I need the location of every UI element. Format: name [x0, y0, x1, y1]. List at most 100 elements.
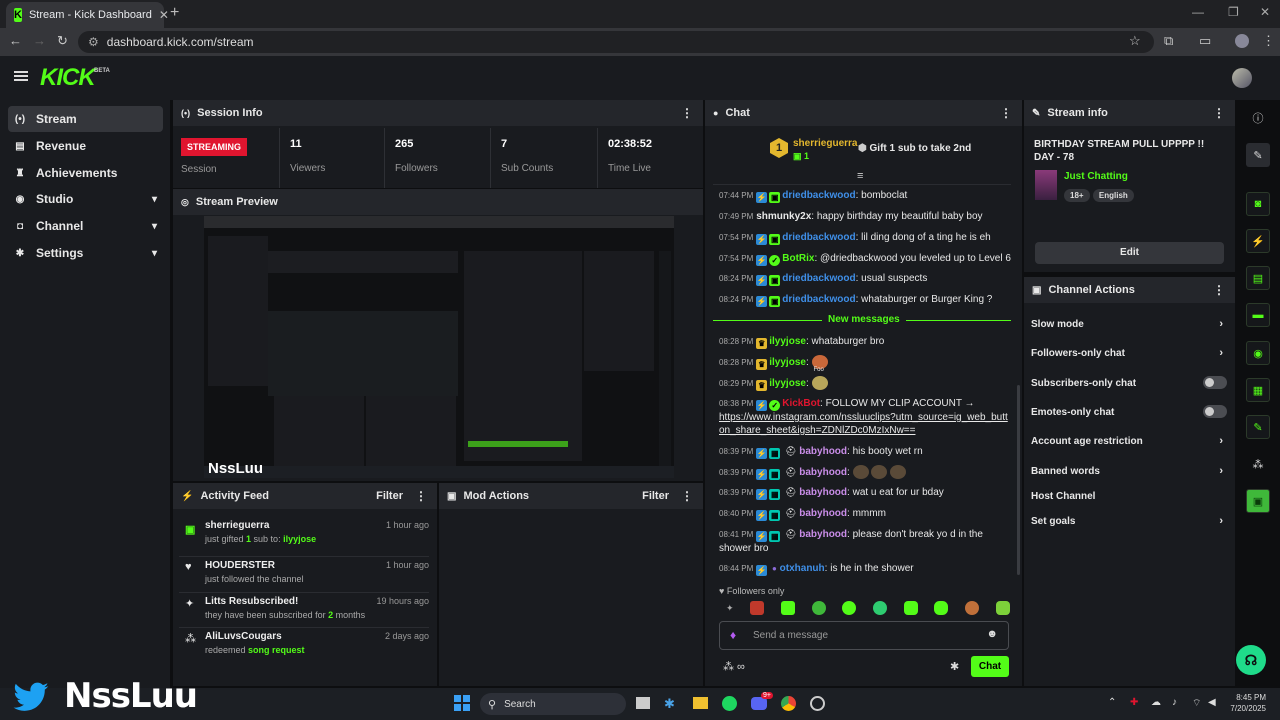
edit-stream-button[interactable]: Edit	[1035, 242, 1224, 264]
file-explorer-icon[interactable]	[693, 697, 708, 709]
more-options-icon[interactable]: ⋮	[1000, 106, 1012, 120]
forward-icon[interactable]: →	[33, 33, 46, 48]
msg-user[interactable]: driedbackwood	[782, 273, 855, 284]
new-tab-icon[interactable]: +	[170, 4, 179, 22]
msg-user[interactable]: otxhanuh	[780, 563, 825, 574]
maximize-icon[interactable]: ❐	[1228, 5, 1239, 19]
sidebar-item-revenue[interactable]: ▤ Revenue	[8, 133, 163, 159]
pinned-user[interactable]: sherrieguerra	[793, 138, 857, 149]
filter-button[interactable]: Filter	[642, 490, 669, 502]
emotes-only-toggle[interactable]	[1203, 405, 1227, 418]
onedrive-icon[interactable]: ☁	[1151, 697, 1161, 708]
bookmark-star-icon[interactable]: ☆	[1129, 33, 1141, 49]
msg-user[interactable]: BotRix	[782, 253, 814, 264]
emote-icon[interactable]	[750, 601, 765, 615]
extension-icon[interactable]: ▣	[1246, 489, 1270, 513]
settings-app-icon[interactable]: ✱	[664, 696, 675, 712]
msg-link[interactable]: https://www.instagram.com/nssluuclips?ut…	[719, 412, 1008, 436]
tab-search-icon[interactable]: ▭	[1199, 33, 1211, 49]
sidebar-item-achievements[interactable]: ♜ Achievements	[8, 160, 163, 186]
msg-user[interactable]: ilyyjose	[769, 336, 806, 347]
microphone-icon[interactable]: ♦	[730, 628, 736, 642]
emote-icon[interactable]	[780, 601, 795, 615]
msg-user[interactable]: driedbackwood	[782, 232, 855, 243]
info-icon[interactable]: ⓘ	[1246, 106, 1270, 130]
subscribers-only-toggle[interactable]	[1203, 376, 1227, 389]
edit-pencil-icon[interactable]: ✎	[1246, 143, 1270, 167]
emoji-picker-icon[interactable]: ☻	[986, 628, 998, 640]
msg-user[interactable]: shmunky2x	[756, 211, 811, 222]
reload-icon[interactable]: ↻	[57, 33, 68, 49]
sparkle-icon[interactable]: ✦	[726, 603, 734, 614]
close-window-icon[interactable]: ✕	[1260, 5, 1270, 19]
msg-user[interactable]: ilyyjose	[769, 357, 806, 368]
emote-icon[interactable]	[842, 601, 857, 615]
chrome-icon[interactable]	[781, 696, 796, 711]
volume-icon[interactable]: ◀	[1208, 697, 1216, 708]
account-age-action[interactable]: Account age restriction ›	[1031, 435, 1227, 447]
msg-user[interactable]: babyhood	[799, 508, 847, 519]
banned-words-action[interactable]: Banned words ›	[1031, 465, 1227, 477]
category-link[interactable]: Just Chatting	[1064, 171, 1128, 182]
more-options-icon[interactable]: ⋮	[681, 489, 693, 503]
profile-icon[interactable]	[1235, 34, 1249, 48]
set-goals-action[interactable]: Set goals ›	[1031, 515, 1227, 527]
spotify-icon[interactable]	[722, 696, 737, 711]
taskbar-clock[interactable]: 8:45 PM 7/20/2025	[1226, 692, 1266, 714]
document-icon[interactable]: ▤	[1246, 266, 1270, 290]
emote-icon[interactable]	[811, 601, 826, 615]
more-options-icon[interactable]: ⋮	[1213, 283, 1225, 297]
msg-user[interactable]: ilyyjose	[769, 378, 806, 389]
sidebar-item-studio[interactable]: ◉ Studio ▾	[8, 186, 163, 212]
sidebar-item-channel[interactable]: ◘ Channel ▾	[8, 213, 163, 239]
gift-prompt[interactable]: ⬢ Gift 1 sub to take 2nd	[858, 143, 971, 154]
chat-scrollbar[interactable]	[1017, 385, 1020, 575]
stream-preview-video[interactable]: NssLuu	[204, 216, 674, 478]
more-options-icon[interactable]: ⋮	[681, 106, 693, 120]
browser-tab[interactable]: K Stream - Kick Dashboard ✕	[6, 2, 169, 28]
sidebar-item-stream[interactable]: (•) Stream	[8, 106, 163, 132]
msg-user[interactable]: KickBot	[782, 398, 820, 409]
hamburger-menu-icon[interactable]	[14, 70, 28, 82]
more-options-icon[interactable]: ⋮	[415, 489, 427, 503]
broadcast-icon[interactable]: ◉	[1246, 341, 1270, 365]
wifi-icon[interactable]: ⌔	[1192, 697, 1201, 710]
slow-mode-action[interactable]: Slow mode ›	[1031, 318, 1227, 330]
collapse-pinned-icon[interactable]: ≡	[857, 170, 863, 182]
help-chat-icon[interactable]: ☊	[1236, 645, 1266, 675]
back-icon[interactable]: ←	[9, 33, 22, 48]
msg-user[interactable]: babyhood	[799, 529, 847, 540]
task-view-icon[interactable]	[636, 697, 650, 709]
extensions-icon[interactable]: ⧉	[1164, 33, 1173, 49]
taskbar-search[interactable]: ⚲ Search	[480, 693, 626, 715]
emote-icon[interactable]	[965, 601, 980, 615]
filter-button[interactable]: Filter	[376, 490, 403, 502]
chat-input[interactable]: ♦ Send a message ☻	[719, 621, 1009, 650]
lightning-icon[interactable]: ⚡	[1246, 229, 1270, 253]
obs-icon[interactable]	[810, 696, 825, 711]
address-bar[interactable]: ⚙ dashboard.kick.com/stream	[78, 31, 1154, 53]
host-channel-action[interactable]: Host Channel	[1031, 491, 1227, 502]
minimize-icon[interactable]: —	[1192, 5, 1204, 19]
send-chat-button[interactable]: Chat	[971, 656, 1009, 677]
emote-icon[interactable]	[873, 601, 888, 615]
more-options-icon[interactable]: ⋮	[1213, 106, 1225, 120]
chat-settings-icon[interactable]: ✱	[950, 660, 959, 673]
sidebar-item-settings[interactable]: ✱ Settings ▾	[8, 240, 163, 266]
msg-user[interactable]: babyhood	[799, 487, 847, 498]
wrench-icon[interactable]: ✎	[1246, 415, 1270, 439]
kick-points-icon[interactable]: ⁂	[1246, 452, 1270, 476]
site-info-icon[interactable]: ⚙	[88, 35, 99, 49]
msg-user[interactable]: babyhood	[799, 467, 847, 478]
browser-menu-icon[interactable]: ⋮	[1262, 33, 1275, 49]
windows-start-icon[interactable]	[454, 695, 470, 711]
msg-user[interactable]: driedbackwood	[782, 190, 855, 201]
msg-user[interactable]: driedbackwood	[782, 294, 855, 305]
chat-icon[interactable]: ▬	[1246, 303, 1270, 327]
followers-only-action[interactable]: Followers-only chat ›	[1031, 347, 1227, 359]
kick-points-icon[interactable]: ⁂ ∞	[723, 660, 745, 673]
msg-user[interactable]: babyhood	[799, 446, 847, 457]
tray-app-icon[interactable]: ✚	[1130, 697, 1138, 708]
emote-icon[interactable]	[995, 601, 1010, 615]
kick-logo[interactable]: KICK	[40, 64, 96, 92]
